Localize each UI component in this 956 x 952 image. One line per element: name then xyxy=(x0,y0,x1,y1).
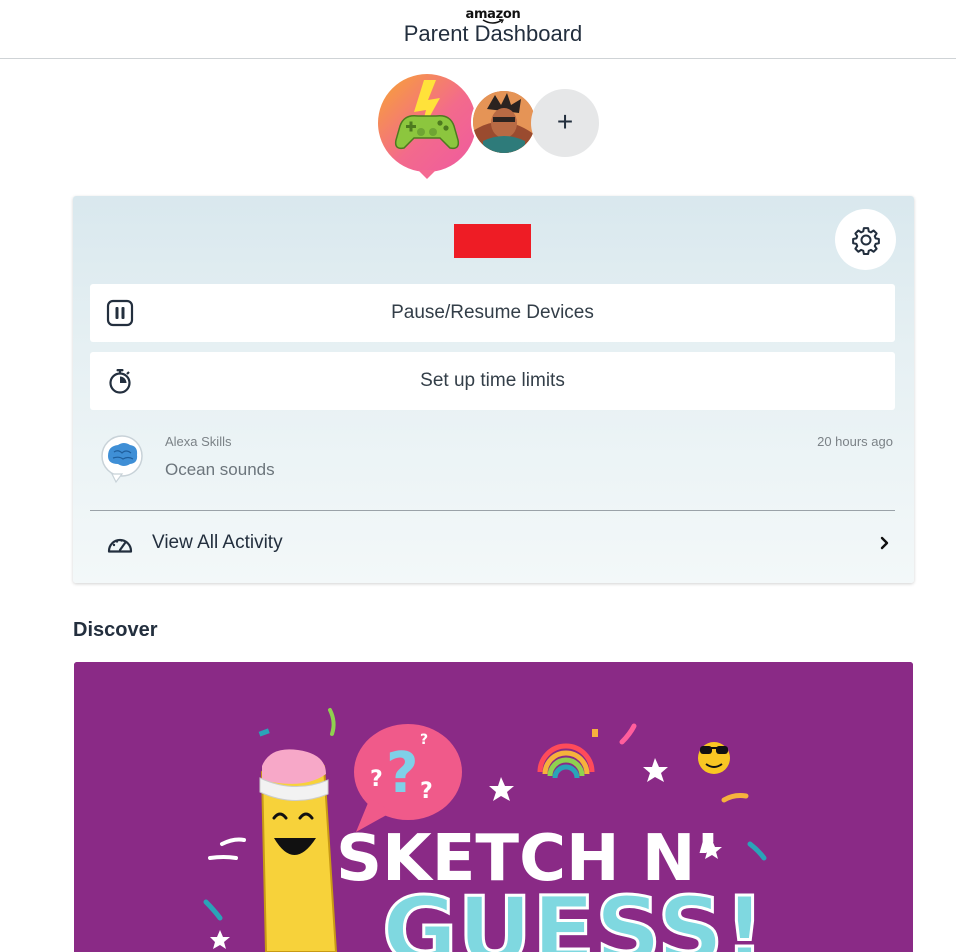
settings-button[interactable] xyxy=(835,209,896,270)
activity-source: Alexa Skills xyxy=(165,434,232,449)
view-all-activity-label: View All Activity xyxy=(152,532,283,553)
profile-avatar-selected[interactable] xyxy=(378,74,476,172)
sketch-n-guess-banner[interactable]: ? ? ? ? SKETCH N’ GUESS! xyxy=(74,662,913,952)
profile-switcher: + xyxy=(378,74,608,186)
profile-avatar-secondary[interactable] xyxy=(471,89,537,155)
redacted-child-name xyxy=(454,224,531,258)
page-title: Parent Dashboard xyxy=(403,21,583,46)
brain-icon xyxy=(101,435,143,484)
character-avatar-icon xyxy=(473,91,535,153)
divider xyxy=(90,510,895,511)
pause-resume-label: Pause/Resume Devices xyxy=(391,302,594,323)
pause-icon xyxy=(106,299,134,327)
add-profile-button[interactable]: + xyxy=(531,89,599,157)
sketch-n-guess-artwork: ? ? ? ? SKETCH N’ GUESS! xyxy=(74,662,913,952)
selected-pointer xyxy=(418,170,436,179)
gear-icon xyxy=(851,226,880,255)
set-time-limits-button[interactable]: Set up time limits xyxy=(90,352,895,410)
app-header: amazon Parent Dashboard xyxy=(0,0,956,59)
pause-resume-devices-button[interactable]: Pause/Resume Devices xyxy=(90,284,895,342)
activity-timestamp: 20 hours ago xyxy=(817,434,893,449)
activity-title: Ocean sounds xyxy=(165,460,275,479)
svg-text:?: ? xyxy=(386,741,418,806)
time-limits-label: Set up time limits xyxy=(420,370,565,391)
child-summary-card: Pause/Resume Devices Set up time limits … xyxy=(73,196,914,583)
stopwatch-icon xyxy=(109,369,131,394)
recent-activity-item[interactable]: Alexa Skills Ocean sounds 20 hours ago xyxy=(90,428,895,504)
game-controller-avatar-icon xyxy=(378,74,476,172)
svg-text:?: ? xyxy=(420,732,428,748)
chevron-right-icon xyxy=(880,536,889,550)
gauge-icon xyxy=(107,538,133,553)
discover-heading: Discover xyxy=(73,619,158,641)
svg-text:?: ? xyxy=(420,779,433,804)
banner-headline-line2: GUESS! xyxy=(382,877,765,952)
svg-text:?: ? xyxy=(370,767,383,792)
view-all-activity-link[interactable]: View All Activity xyxy=(90,519,895,569)
amazon-logo: amazon xyxy=(465,7,521,22)
